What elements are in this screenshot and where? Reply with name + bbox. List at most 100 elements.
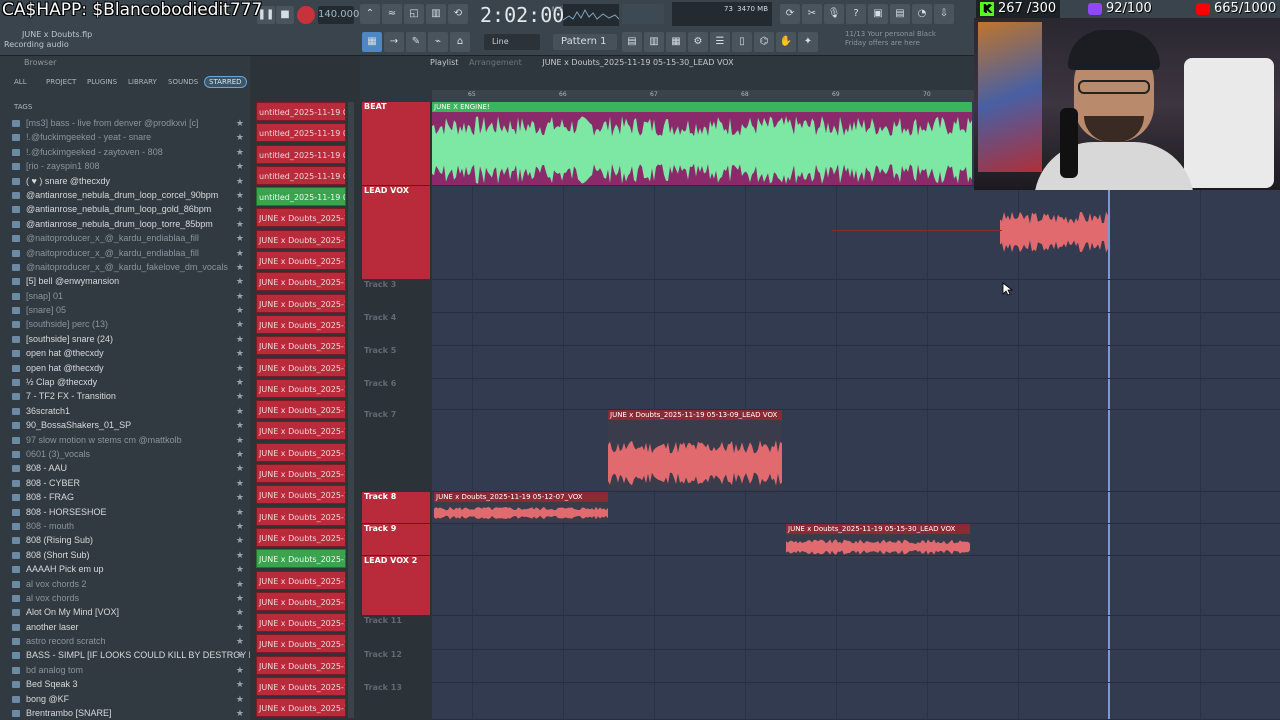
tags-row[interactable]: TAGS: [0, 100, 250, 114]
browser-item[interactable]: @antianrose_nebula_drum_loop_corcel_90bp…: [0, 188, 250, 202]
browser-item[interactable]: Brentrambo [SNARE] ★: [0, 706, 250, 720]
channel-button[interactable]: JUNE x Doubts_2025-11-...: [256, 506, 346, 528]
browser-item[interactable]: 0601 (3)_vocals ★: [0, 447, 250, 461]
star-icon[interactable]: ★: [236, 289, 244, 303]
browser-item[interactable]: @antianrose_nebula_drum_loop_torre_85bpm…: [0, 217, 250, 231]
browser-item[interactable]: bd analog tom ★: [0, 663, 250, 677]
browser-item[interactable]: [rio - zayspin1 808 ★: [0, 159, 250, 173]
star-icon[interactable]: ★: [236, 476, 244, 490]
browser-item[interactable]: 808 - mouth ★: [0, 519, 250, 533]
beat-clip[interactable]: JUNE X ENGINE!: [432, 102, 972, 186]
channel-button[interactable]: JUNE x Doubts_2025-11-...: [256, 229, 346, 251]
channel-button[interactable]: JUNE x Doubts_2025-11-...: [256, 634, 346, 655]
playlist-lanes[interactable]: JUNE X ENGINE! JUNE x Doubts_2025-11-19 …: [432, 102, 1280, 720]
track-header[interactable]: Track 7: [362, 410, 430, 491]
browser-item[interactable]: [ms3] bass - live from denver @prodkxvi …: [0, 116, 250, 130]
track-header[interactable]: Track 5: [362, 346, 430, 378]
browser-item[interactable]: 808 (Short Sub) ★: [0, 548, 250, 562]
browser-item[interactable]: @naitoproducer_x_@_kardu_endiablaa_fill ★: [0, 246, 250, 260]
browser-item[interactable]: [5] bell @enwymansion ★: [0, 274, 250, 288]
file-icon[interactable]: ▯: [732, 32, 752, 52]
channel-button[interactable]: untitled_2025-11-19 04-...: [256, 144, 346, 166]
browser-item[interactable]: [snap] 01 ★: [0, 289, 250, 303]
arrow-right-icon[interactable]: →: [384, 32, 404, 52]
star-icon[interactable]: ★: [236, 677, 244, 691]
browser-item[interactable]: 808 - AAU ★: [0, 461, 250, 475]
mixer-icon[interactable]: ▤: [890, 4, 910, 24]
browser-toggle-icon[interactable]: ☰: [710, 32, 730, 52]
playlist-snap-icon[interactable]: ▦: [362, 32, 382, 52]
star-icon[interactable]: ★: [236, 159, 244, 173]
tab-starred[interactable]: STARRED: [204, 76, 247, 88]
browser-item[interactable]: 36scratch1 ★: [0, 404, 250, 418]
save-icon[interactable]: ▣: [868, 4, 888, 24]
star-icon[interactable]: ★: [236, 389, 244, 403]
browser-item[interactable]: @naitoproducer_x_@_kardu_fakelove_dm_voc…: [0, 260, 250, 274]
star-icon[interactable]: ★: [236, 620, 244, 634]
browser-item[interactable]: ½ Clap @thecxdy ★: [0, 375, 250, 389]
step-edit-icon[interactable]: ▥: [426, 4, 446, 24]
browser-item[interactable]: [southside] snare (24) ★: [0, 332, 250, 346]
star-icon[interactable]: ★: [236, 346, 244, 360]
help-icon[interactable]: ?: [846, 4, 866, 24]
channel-button[interactable]: JUNE x Doubts_2025-11-...: [256, 464, 346, 485]
browser-item[interactable]: ( ♥ ) snare @thecxdy ★: [0, 174, 250, 188]
star-icon[interactable]: ★: [236, 461, 244, 475]
channel-button[interactable]: JUNE x Doubts_2025-11-...: [256, 655, 346, 677]
channel-button[interactable]: untitled_2025-11-19 04-...: [256, 123, 346, 144]
star-icon[interactable]: ★: [236, 533, 244, 547]
channel-button[interactable]: JUNE x Doubts_2025-11-...: [256, 442, 346, 464]
browser-item[interactable]: Bed Sqeak 3 ★: [0, 677, 250, 691]
star-icon[interactable]: ★: [236, 231, 244, 245]
star-icon[interactable]: ★: [236, 217, 244, 231]
channel-button[interactable]: JUNE x Doubts_2025-11-...: [256, 378, 346, 400]
star-icon[interactable]: ★: [236, 591, 244, 605]
refresh-icon[interactable]: ⟳: [780, 4, 800, 24]
track-header[interactable]: Track 9: [362, 524, 430, 555]
countdown-icon[interactable]: ◱: [404, 4, 424, 24]
star-icon[interactable]: ★: [236, 577, 244, 591]
browser-item[interactable]: !.@fuckimgeeked - zaytoven - 808 ★: [0, 145, 250, 159]
tab-all[interactable]: ALL: [14, 78, 27, 86]
channel-button[interactable]: JUNE x Doubts_2025-11-...: [256, 698, 346, 719]
channel-rack-icon[interactable]: ▦: [666, 32, 686, 52]
channel-button[interactable]: JUNE x Doubts_2025-11-...: [256, 208, 346, 229]
star-icon[interactable]: ★: [236, 648, 244, 662]
browser-item[interactable]: Alot On My Mind [VOX] ★: [0, 605, 250, 619]
star-icon[interactable]: ★: [236, 490, 244, 504]
track-header[interactable]: LEAD VOX: [362, 186, 430, 279]
channel-button[interactable]: untitled_2025-11-19 04-...: [256, 102, 346, 123]
star-icon[interactable]: ★: [236, 274, 244, 288]
star-icon[interactable]: ★: [236, 706, 244, 720]
stop-button[interactable]: ■: [276, 6, 294, 24]
browser-item[interactable]: 97 slow motion w stems cm @mattkolb ★: [0, 433, 250, 447]
record-button[interactable]: [297, 6, 315, 24]
channel-button[interactable]: JUNE x Doubts_2025-11-...: [256, 421, 346, 442]
channel-button[interactable]: JUNE x Doubts_2025-11-...: [256, 527, 346, 549]
browser-item[interactable]: [southside] perc (13) ★: [0, 317, 250, 331]
tab-project[interactable]: PROJECT: [46, 78, 76, 86]
channel-button[interactable]: JUNE x Doubts_2025-11-...: [256, 251, 346, 272]
channel-button[interactable]: untitled_2025-11-19 04-...: [256, 165, 346, 187]
channel-button[interactable]: JUNE x Doubts_2025-11-...: [256, 570, 346, 592]
snap-select[interactable]: Line: [484, 34, 540, 50]
channel-button[interactable]: JUNE x Doubts_2025-11-...: [256, 613, 346, 634]
playhead[interactable]: [1108, 102, 1110, 720]
browser-item[interactable]: 808 - HORSESHOE ★: [0, 505, 250, 519]
channel-button[interactable]: JUNE x Doubts_2025-11-...: [256, 591, 346, 613]
star-icon[interactable]: ★: [236, 634, 244, 648]
chat-icon[interactable]: ◔: [912, 4, 932, 24]
track-header[interactable]: Track 4: [362, 313, 430, 345]
download-icon[interactable]: ⇩: [934, 4, 954, 24]
stamp-icon[interactable]: ⌂: [450, 32, 470, 52]
star-icon[interactable]: ★: [236, 505, 244, 519]
channel-button[interactable]: untitled_2025-11-19 04-...: [256, 187, 346, 208]
browser-item[interactable]: BASS - SIMPL [IF LOOKS COULD KILL BY DES…: [0, 648, 250, 662]
browser-item[interactable]: 808 (Rising Sub) ★: [0, 533, 250, 547]
star-icon[interactable]: ★: [236, 130, 244, 144]
star-icon[interactable]: ★: [236, 375, 244, 389]
channel-button[interactable]: JUNE x Doubts_2025-11-...: [256, 293, 346, 315]
plugin-icon[interactable]: ⚙: [688, 32, 708, 52]
channel-button[interactable]: JUNE x Doubts_2025-11-...: [256, 485, 346, 506]
star-icon[interactable]: ★: [236, 246, 244, 260]
